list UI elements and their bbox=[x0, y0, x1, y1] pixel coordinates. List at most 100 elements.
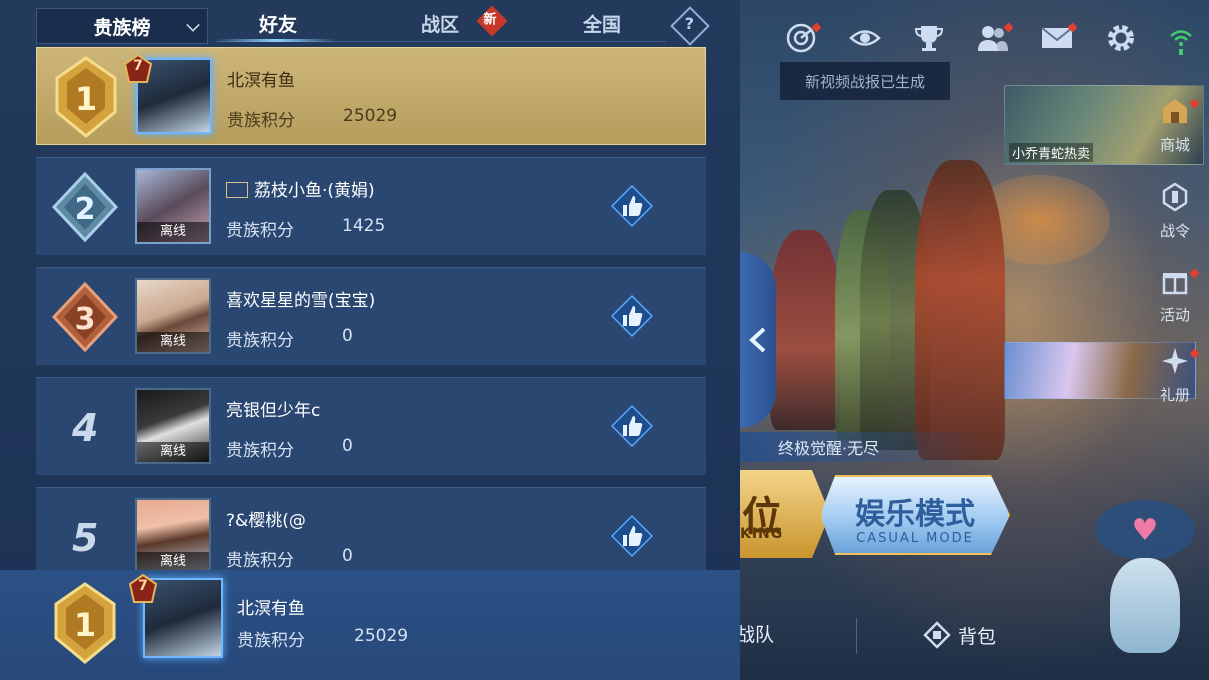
offline-status: 离线 bbox=[137, 222, 209, 242]
score-value: 25029 bbox=[354, 626, 409, 646]
score-value: 25029 bbox=[343, 106, 398, 126]
leaderboard-row[interactable]: 2 离线 荔枝小鱼·(黄娟) 贵族积分 1425 bbox=[36, 157, 706, 255]
promo-label: 小乔青蛇热卖 bbox=[1009, 143, 1094, 162]
score-label: 贵族积分 bbox=[226, 551, 294, 570]
rank-number: 4 bbox=[72, 406, 99, 450]
gift-box-icon bbox=[1162, 273, 1188, 295]
leaderboard-row[interactable]: 3 离线 喜欢星星的雪(宝宝) 贵族积分 0 bbox=[36, 267, 706, 365]
level-number: 7 bbox=[138, 578, 148, 594]
thumbs-up-icon[interactable] bbox=[610, 184, 654, 228]
divider bbox=[856, 618, 857, 654]
leaderboard-tabs: 贵族榜 好友 战区 新 全国 ? bbox=[0, 0, 740, 46]
notification-dot bbox=[1189, 98, 1200, 109]
score-label: 贵族积分 bbox=[227, 111, 295, 131]
ranking-button[interactable] bbox=[908, 18, 950, 58]
avatar: 离线 bbox=[135, 388, 211, 464]
ranked-mode-sublabel: KING bbox=[740, 526, 784, 542]
bag-icon bbox=[923, 621, 951, 649]
radar-button[interactable] bbox=[780, 18, 822, 58]
wifi-icon bbox=[1170, 30, 1192, 55]
new-badge-label: 新 bbox=[483, 12, 497, 28]
events-button[interactable]: 活动 bbox=[1150, 266, 1200, 325]
heart-icon: ♥ bbox=[1095, 500, 1195, 560]
endless-mode-banner[interactable]: 终极觉醒·无尽 bbox=[740, 432, 980, 462]
ranked-mode-button[interactable]: 位 KING bbox=[740, 470, 830, 558]
thumbs-up-icon[interactable] bbox=[610, 404, 654, 448]
chevron-left-icon bbox=[749, 327, 766, 353]
gold-rank-badge: 1 bbox=[55, 56, 117, 138]
offline-status: 离线 bbox=[137, 332, 209, 352]
help-button[interactable]: ? bbox=[670, 6, 710, 46]
replay-button[interactable] bbox=[844, 18, 886, 58]
new-badge: 新 bbox=[476, 5, 508, 37]
mascot-companion[interactable]: ♥ bbox=[1095, 500, 1195, 660]
player-name: ?&樱桃(@ bbox=[226, 511, 306, 531]
score-value: 1425 bbox=[342, 216, 386, 236]
mascot-body bbox=[1110, 558, 1180, 653]
rank-number: 5 bbox=[72, 516, 99, 560]
mail-button[interactable] bbox=[1036, 18, 1078, 58]
thumbs-up-icon[interactable] bbox=[610, 514, 654, 558]
dropdown-label: 贵族榜 bbox=[93, 16, 151, 39]
nameplate-icon bbox=[226, 182, 248, 198]
notification-dot bbox=[1189, 348, 1200, 359]
player-name: 北溟有鱼 bbox=[237, 599, 305, 619]
shop-button[interactable]: 商城 bbox=[1150, 96, 1200, 155]
score-value: 0 bbox=[342, 436, 353, 456]
leaderboard-type-dropdown[interactable]: 贵族榜 bbox=[36, 8, 208, 44]
tab-national[interactable]: 全国 bbox=[583, 10, 621, 37]
thumbs-up-icon[interactable] bbox=[610, 294, 654, 338]
shop-icon bbox=[1163, 99, 1187, 123]
avatar: 离线 bbox=[135, 498, 211, 570]
level-badge: 7 bbox=[128, 573, 158, 604]
player-name-text: 荔枝小鱼·(黄娟) bbox=[254, 181, 375, 201]
player-name: 亮银但少年c bbox=[226, 401, 321, 421]
chevron-down-icon bbox=[186, 18, 200, 32]
rank-number: 3 bbox=[75, 302, 96, 337]
score-label: 贵族积分 bbox=[226, 221, 294, 241]
level-number: 7 bbox=[133, 58, 143, 74]
settings-button[interactable] bbox=[1100, 18, 1142, 58]
rank-number: 2 bbox=[75, 192, 96, 227]
casual-mode-subtitle: CASUAL MODE bbox=[856, 531, 974, 546]
avatar: 离线 bbox=[135, 168, 211, 244]
events-label: 活动 bbox=[1159, 306, 1190, 324]
bag-label: 背包 bbox=[958, 625, 997, 648]
hero-figure bbox=[915, 160, 1005, 460]
replay-notice-tooltip: 新视频战报已生成 bbox=[780, 62, 950, 100]
collapse-panel-button[interactable] bbox=[740, 252, 776, 428]
my-rank-footer: 1 7 北溟有鱼 贵族积分 25029 bbox=[0, 570, 740, 680]
game-lobby-background: 新视频战报已生成 小乔青蛇热卖 商城 战令 活动 礼册 终极觉醒·无尽 位 KI… bbox=[740, 0, 1209, 680]
trophy-icon bbox=[914, 26, 944, 51]
score-value: 0 bbox=[342, 326, 353, 346]
bag-button[interactable]: 背包 bbox=[922, 620, 996, 650]
gift-book-label: 礼册 bbox=[1159, 386, 1190, 404]
score-label: 贵族积分 bbox=[226, 331, 294, 351]
leaderboard-row[interactable]: 1 7 北溟有鱼 贵族积分 25029 bbox=[36, 47, 706, 145]
star-plane-icon bbox=[1162, 348, 1188, 374]
leaderboard-row[interactable]: 4 离线 亮银但少年c 贵族积分 0 bbox=[36, 377, 706, 475]
casual-mode-title: 娱乐模式 bbox=[855, 497, 975, 532]
notification-dot bbox=[1189, 268, 1200, 279]
tab-region[interactable]: 战区 bbox=[421, 10, 459, 37]
score-value: 0 bbox=[342, 546, 353, 566]
team-button[interactable]: 战队 bbox=[740, 620, 774, 647]
offline-status: 离线 bbox=[137, 442, 209, 462]
team-label: 战队 bbox=[740, 624, 775, 646]
silver-rank-badge: 2 bbox=[51, 171, 119, 243]
gift-book-button[interactable]: 礼册 bbox=[1150, 346, 1200, 405]
bronze-rank-badge: 3 bbox=[51, 281, 119, 353]
friends-button[interactable] bbox=[972, 18, 1014, 58]
player-name: 荔枝小鱼·(黄娟) bbox=[226, 176, 375, 201]
leaderboard-panel: 贵族榜 好友 战区 新 全国 ? 1 7 北溟有鱼 贵族积分 25029 2 离… bbox=[0, 0, 740, 680]
lobby-top-toolbar bbox=[780, 18, 1142, 58]
offline-status: 离线 bbox=[137, 552, 209, 570]
leaderboard-row[interactable]: 5 离线 ?&樱桃(@ 贵族积分 0 bbox=[36, 487, 706, 570]
eye-icon bbox=[849, 30, 881, 46]
rank-number: 1 bbox=[74, 606, 96, 644]
battle-pass-button[interactable]: 战令 bbox=[1150, 182, 1200, 241]
gear-icon bbox=[1108, 25, 1134, 51]
tab-friends[interactable]: 好友 bbox=[259, 10, 297, 37]
casual-mode-button[interactable]: 娱乐模式 CASUAL MODE bbox=[820, 475, 1010, 555]
leaderboard-list: 1 7 北溟有鱼 贵族积分 25029 2 离线 荔枝小鱼·(黄娟) 贵族积分 … bbox=[36, 46, 706, 570]
